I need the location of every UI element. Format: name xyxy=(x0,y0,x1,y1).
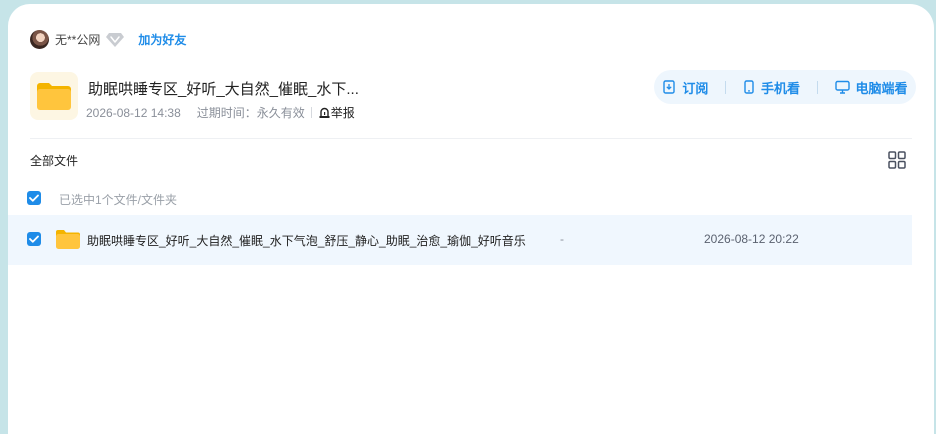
file-size: - xyxy=(560,232,564,246)
header-divider xyxy=(30,138,912,139)
file-name[interactable]: 助眠哄睡专区_好听_大自然_催眠_水下气泡_舒压_静心_助眠_治愈_瑜伽_好听音… xyxy=(87,232,526,249)
selection-count: 已选中1个文件/文件夹 xyxy=(59,193,178,207)
report-label: 举报 xyxy=(330,106,355,120)
folder-icon xyxy=(30,72,78,120)
action-divider xyxy=(725,80,727,94)
subscribe-button[interactable]: 订阅 xyxy=(662,78,708,97)
add-friend-link[interactable]: 加为好友 xyxy=(138,31,186,48)
diamond-vip-icon xyxy=(106,30,125,48)
folder-icon xyxy=(55,228,81,253)
expiry-value: 永久有效 xyxy=(256,106,305,120)
grid-view-icon[interactable] xyxy=(888,151,906,172)
checkmark-icon xyxy=(29,235,39,243)
action-bar: 订阅 手机看 电脑端看 xyxy=(654,70,916,104)
checkmark-icon xyxy=(29,194,39,202)
share-panel: 无**公网 加为好友 助眠哄睡专区_好听_大自然_催眠_水下... 2026-0… xyxy=(8,4,934,434)
owner-name: 无**公网 xyxy=(55,32,101,47)
pc-view-label: 电脑端看 xyxy=(855,80,908,96)
phone-view-label: 手机看 xyxy=(760,80,800,96)
phone-icon xyxy=(744,80,754,94)
expiry-label: 过期时间： xyxy=(196,106,257,120)
file-date: 2026-08-12 20:22 xyxy=(704,232,799,246)
pc-view-button[interactable]: 电脑端看 xyxy=(834,78,908,97)
report-icon xyxy=(319,107,330,118)
phone-view-button[interactable]: 手机看 xyxy=(743,78,800,97)
share-title: 助眠哄睡专区_好听_大自然_催眠_水下... xyxy=(88,81,359,98)
row-checkbox[interactable] xyxy=(27,232,41,246)
select-all-checkbox[interactable] xyxy=(27,191,41,205)
subscribe-label: 订阅 xyxy=(682,80,709,96)
monitor-icon xyxy=(834,80,850,94)
share-created-time: 2026-08-12 14:38 xyxy=(86,105,181,120)
report-button[interactable]: 举报 xyxy=(318,104,355,121)
table-row[interactable]: 助眠哄睡专区_好听_大自然_催眠_水下气泡_舒压_静心_助眠_治愈_瑜伽_好听音… xyxy=(8,215,912,265)
avatar[interactable] xyxy=(30,29,49,49)
meta-divider xyxy=(310,107,312,118)
action-divider xyxy=(816,80,818,94)
share-meta: 2026-08-12 14:38 过期时间： 永久有效 举报 xyxy=(86,104,355,121)
owner-info: 无**公网 加为好友 xyxy=(30,29,186,49)
breadcrumb[interactable]: 全部文件 xyxy=(30,152,78,169)
subscribe-icon xyxy=(663,80,676,94)
